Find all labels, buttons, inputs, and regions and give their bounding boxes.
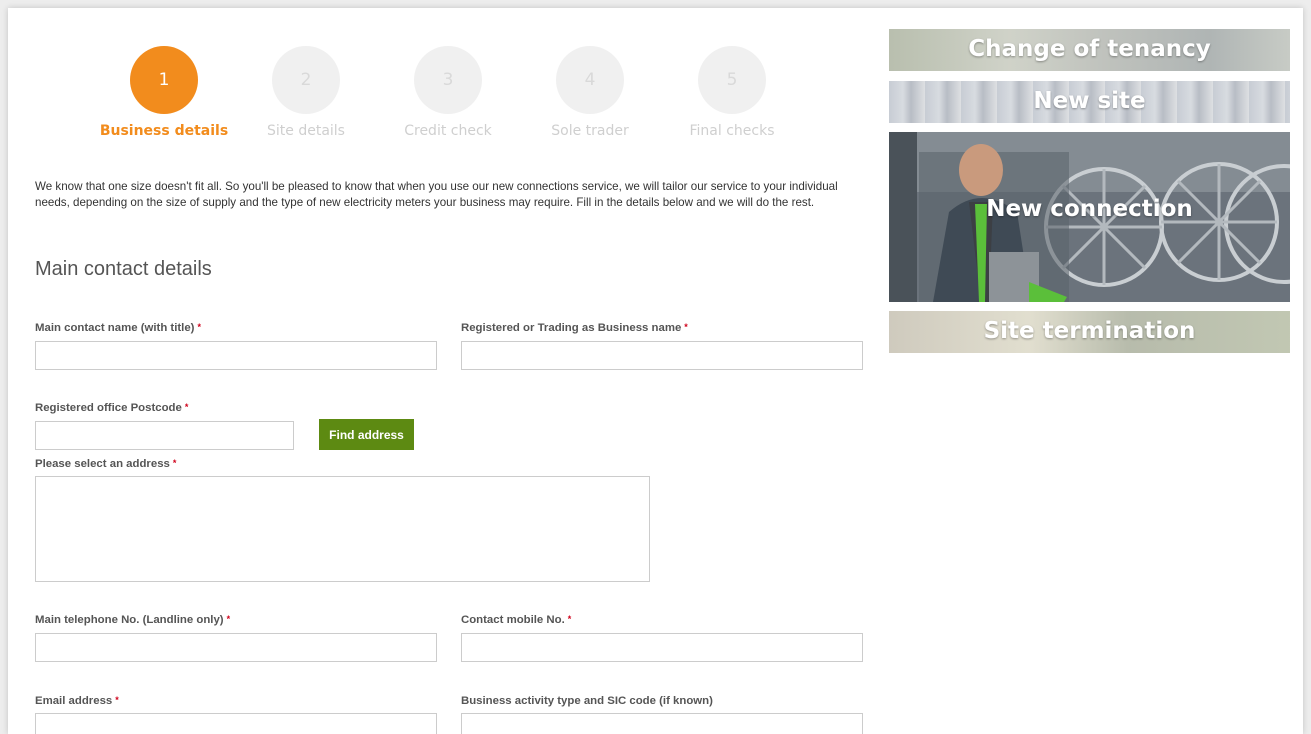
address-select-list[interactable] [35, 476, 650, 582]
contact-name-label: Main contact name (with title) * [35, 322, 201, 334]
required-marker: * [226, 614, 231, 624]
step-sole-trader[interactable]: 4 Sole trader [520, 46, 660, 139]
step-number: 5 [698, 46, 766, 114]
postcode-input[interactable] [35, 421, 294, 450]
step-number: 4 [556, 46, 624, 114]
step-label: Site details [267, 123, 345, 139]
step-site-details[interactable]: 2 Site details [236, 46, 376, 139]
section-title: Main contact details [35, 258, 212, 280]
business-name-input[interactable] [461, 341, 863, 370]
tile-change-of-tenancy[interactable]: Change of tenancy [889, 29, 1290, 71]
select-address-label: Please select an address * [35, 458, 177, 470]
step-final-checks[interactable]: 5 Final checks [662, 46, 802, 139]
business-name-label: Registered or Trading as Business name * [461, 322, 688, 334]
business-activity-input[interactable] [461, 713, 863, 734]
business-activity-label: Business activity type and SIC code (if … [461, 695, 713, 707]
tile-title: New site [1033, 88, 1146, 114]
tile-new-connection[interactable]: New connection [889, 132, 1290, 302]
page-frame: 1 Business details 2 Site details 3 Cred… [8, 8, 1303, 734]
progress-stepper: 1 Business details 2 Site details 3 Cred… [8, 8, 888, 158]
step-number: 1 [130, 46, 198, 114]
telephone-label: Main telephone No. (Landline only) * [35, 614, 231, 626]
step-label: Final checks [689, 123, 775, 139]
required-marker: * [567, 614, 572, 624]
tile-title: Change of tenancy [968, 36, 1211, 62]
required-marker: * [115, 695, 119, 705]
required-marker: * [172, 458, 177, 468]
tile-title: Site termination [983, 318, 1196, 344]
contact-name-input[interactable] [35, 341, 437, 370]
step-business-details[interactable]: 1 Business details [94, 46, 234, 139]
step-label: Credit check [404, 123, 492, 139]
step-number: 2 [272, 46, 340, 114]
step-label: Business details [99, 123, 229, 139]
required-marker: * [684, 322, 688, 332]
email-input[interactable] [35, 713, 437, 734]
step-number: 3 [414, 46, 482, 114]
step-credit-check[interactable]: 3 Credit check [378, 46, 518, 139]
find-address-button[interactable]: Find address [319, 419, 414, 450]
required-marker: * [197, 322, 201, 332]
email-label: Email address * [35, 695, 119, 707]
tile-new-site[interactable]: New site [889, 81, 1290, 123]
intro-text: We know that one size doesn't fit all. S… [35, 180, 838, 209]
tile-site-termination[interactable]: Site termination [889, 311, 1290, 353]
postcode-label: Registered office Postcode * [35, 402, 189, 414]
telephone-input[interactable] [35, 633, 437, 662]
mobile-label: Contact mobile No. * [461, 614, 572, 626]
step-label: Sole trader [551, 123, 629, 139]
tile-title: New connection [986, 196, 1193, 222]
required-marker: * [184, 402, 189, 412]
mobile-input[interactable] [461, 633, 863, 662]
